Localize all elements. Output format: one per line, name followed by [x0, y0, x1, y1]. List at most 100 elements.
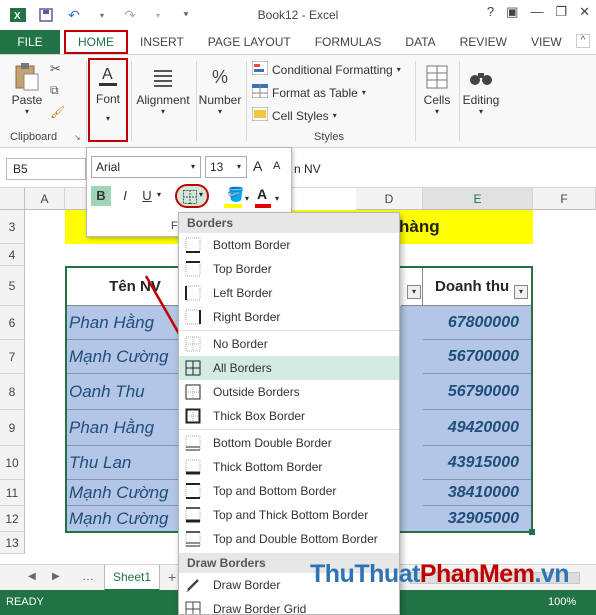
- cut-icon[interactable]: ✂: [50, 61, 61, 77]
- font-name-select[interactable]: Arial: [91, 156, 201, 178]
- redo-dropdown-icon[interactable]: ▾: [148, 5, 168, 25]
- minimize-button[interactable]: —: [530, 4, 543, 20]
- revenue-cell[interactable]: 67800000: [423, 306, 533, 340]
- undo-icon[interactable]: ↶: [64, 5, 84, 25]
- menu-item-bottom-double-border[interactable]: Bottom Double Border: [179, 431, 399, 455]
- save-icon[interactable]: [36, 5, 56, 25]
- collapse-ribbon-icon[interactable]: ^: [576, 34, 590, 48]
- tab-formulas[interactable]: FORMULAS: [303, 30, 394, 54]
- number-button[interactable]: % Number ▾: [197, 61, 243, 117]
- underline-button[interactable]: U: [137, 186, 157, 206]
- menu-item-top-and-double-bottom-border[interactable]: Top and Double Bottom Border: [179, 527, 399, 551]
- format-as-table-button[interactable]: Format as Table ▾: [251, 83, 366, 101]
- row-header[interactable]: 11: [0, 480, 25, 506]
- menu-item-outside-borders[interactable]: Outside Borders: [179, 380, 399, 404]
- revenue-cell[interactable]: 56700000: [423, 340, 533, 374]
- help-button[interactable]: ?: [487, 4, 494, 20]
- tab-review[interactable]: REVIEW: [448, 30, 519, 54]
- tab-page-layout[interactable]: PAGE LAYOUT: [196, 30, 303, 54]
- menu-item-top-border[interactable]: Top Border: [179, 257, 399, 281]
- tab-data[interactable]: DATA: [393, 30, 447, 54]
- filter-dropdown-icon[interactable]: ▾: [514, 285, 528, 299]
- row-header[interactable]: 10: [0, 446, 25, 480]
- scroll-sheets-right-icon[interactable]: ▶: [52, 571, 60, 582]
- select-all-corner[interactable]: [0, 188, 25, 210]
- row-header[interactable]: 3: [0, 210, 25, 244]
- tab-home[interactable]: HOME: [64, 30, 128, 54]
- row-header[interactable]: 6: [0, 306, 25, 340]
- revenue-cell[interactable]: 32905000: [423, 506, 533, 532]
- undo-dropdown-icon[interactable]: ▾: [92, 5, 112, 25]
- column-header[interactable]: F: [533, 188, 596, 210]
- ribbon-display-icon[interactable]: ▣: [506, 4, 518, 20]
- name-cell[interactable]: Mạnh Cường: [65, 480, 178, 506]
- menu-item-top-and-thick-bottom-border[interactable]: Top and Thick Bottom Border: [179, 503, 399, 527]
- bold-button[interactable]: B: [91, 186, 111, 206]
- tab-view[interactable]: VIEW: [519, 30, 574, 54]
- row-header[interactable]: 7: [0, 340, 25, 374]
- row-header[interactable]: 9: [0, 410, 25, 446]
- revenue-cell[interactable]: 56790000: [423, 374, 533, 410]
- menu-item-no-border[interactable]: No Border: [179, 332, 399, 356]
- revenue-cell[interactable]: 43915000: [423, 446, 533, 480]
- column-header[interactable]: D: [356, 188, 423, 210]
- row-header[interactable]: 12: [0, 506, 25, 532]
- shrink-font-button[interactable]: A: [273, 160, 280, 172]
- name-cell[interactable]: Thu Lan: [65, 446, 178, 480]
- zoom-level[interactable]: 100%: [548, 596, 576, 608]
- menu-item-all-borders[interactable]: All Borders: [179, 356, 399, 380]
- menu-item-thick-box-border[interactable]: Thick Box Border: [179, 404, 399, 428]
- row-header[interactable]: 13: [0, 532, 25, 554]
- name-cell[interactable]: Phan Hằng: [65, 410, 178, 446]
- underline-dropdown-icon[interactable]: ▾: [157, 190, 161, 199]
- redo-icon[interactable]: ↷: [120, 5, 140, 25]
- more-sheets-icon[interactable]: …: [82, 569, 94, 583]
- font-size-dropdown-icon[interactable]: ▾: [237, 162, 241, 171]
- sheet-tab-sheet1[interactable]: Sheet1: [104, 565, 160, 591]
- copy-icon[interactable]: ⧉: [50, 83, 59, 98]
- menu-item-right-border[interactable]: Right Border: [179, 305, 399, 329]
- scroll-sheets-left-icon[interactable]: ◀: [28, 571, 36, 582]
- menu-item-bottom-border[interactable]: Bottom Border: [179, 233, 399, 257]
- fill-color-icon[interactable]: 🪣: [227, 186, 244, 203]
- close-button[interactable]: ✕: [579, 4, 590, 20]
- grow-font-button[interactable]: A: [253, 158, 262, 174]
- cells-button[interactable]: Cells ▾: [418, 61, 456, 116]
- menu-item-draw-border-grid[interactable]: Draw Border Grid: [179, 597, 399, 614]
- conditional-formatting-button[interactable]: Conditional Formatting ▾: [251, 60, 401, 78]
- font-button[interactable]: A Font ▾: [88, 58, 128, 142]
- format-painter-icon[interactable]: 🖌: [50, 105, 65, 119]
- new-sheet-button[interactable]: +: [168, 569, 176, 585]
- paste-button[interactable]: Paste ▾: [6, 61, 48, 116]
- revenue-cell[interactable]: 38410000: [423, 480, 533, 506]
- tab-file[interactable]: FILE: [0, 30, 60, 54]
- fill-handle[interactable]: [529, 529, 535, 535]
- menu-item-thick-bottom-border[interactable]: Thick Bottom Border: [179, 455, 399, 479]
- font-name-dropdown-icon[interactable]: ▾: [191, 162, 195, 171]
- restore-button[interactable]: ❐: [555, 4, 567, 20]
- formula-input[interactable]: n NV: [294, 162, 321, 176]
- fill-color-dropdown-icon[interactable]: ▾: [245, 194, 249, 203]
- tab-insert[interactable]: INSERT: [128, 30, 196, 54]
- name-box[interactable]: B5: [6, 158, 86, 180]
- row-header[interactable]: 8: [0, 374, 25, 410]
- row-header[interactable]: 5: [0, 266, 25, 306]
- cell-styles-button[interactable]: Cell Styles ▾: [251, 106, 337, 124]
- row-header[interactable]: 4: [0, 244, 25, 266]
- font-color-dropdown-icon[interactable]: ▾: [275, 194, 279, 203]
- editing-button[interactable]: Editing ▾: [460, 61, 502, 116]
- name-cell[interactable]: Oanh Thu: [65, 374, 178, 410]
- name-cell[interactable]: Mạnh Cường: [65, 506, 178, 532]
- font-color-button[interactable]: A: [257, 186, 267, 202]
- customize-qat-icon[interactable]: ⯆: [176, 5, 196, 25]
- column-header[interactable]: E: [423, 188, 533, 210]
- menu-item-left-border[interactable]: Left Border: [179, 281, 399, 305]
- menu-item-top-and-bottom-border[interactable]: Top and Bottom Border: [179, 479, 399, 503]
- italic-button[interactable]: I: [115, 186, 135, 206]
- alignment-button[interactable]: Alignment ▾: [133, 61, 193, 116]
- revenue-cell[interactable]: 49420000: [423, 410, 533, 446]
- borders-button[interactable]: ▾: [175, 184, 209, 208]
- column-header[interactable]: A: [25, 188, 65, 210]
- clipboard-launcher-icon[interactable]: ↘: [74, 133, 81, 142]
- filter-dropdown-icon[interactable]: ▾: [407, 285, 421, 299]
